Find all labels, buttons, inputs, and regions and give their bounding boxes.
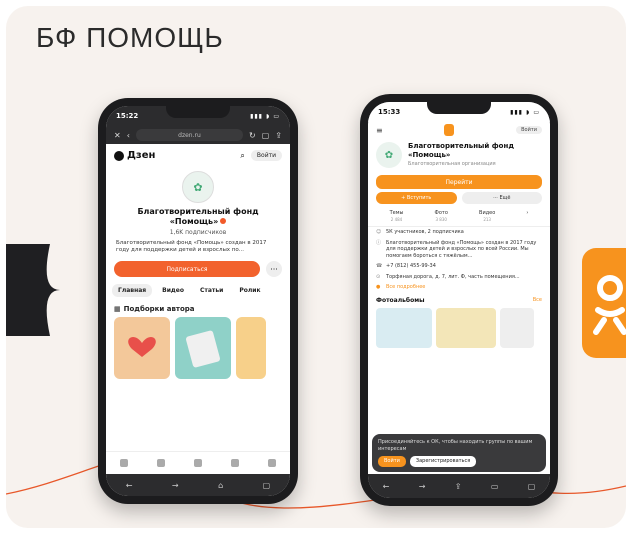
chevron-right-icon[interactable]: › bbox=[526, 210, 528, 222]
more-link[interactable]: ● Все подробнее bbox=[368, 282, 550, 293]
back-arrow-icon[interactable]: ← bbox=[383, 482, 390, 491]
phone-ok: 15:33 ▮▮▮ ◗ ▭ ≡ Войти ✿ Благотворительны… bbox=[360, 94, 558, 506]
members-row: ☺ 5К участников, 2 подписчика bbox=[376, 229, 464, 235]
tabs-count-icon[interactable]: ▢ bbox=[263, 481, 271, 490]
channel-name: Благотворительный фонд «Помощь» bbox=[137, 207, 259, 226]
tab-main[interactable]: Главная bbox=[112, 284, 153, 297]
signal-battery-icon: ▮▮▮ ◗ ▭ bbox=[250, 112, 280, 120]
photo-albums bbox=[368, 307, 550, 348]
channel-tabs: Главная Видео Статьи Ролик bbox=[106, 280, 290, 301]
browser-bar: ✕ ‹ dzen.ru ↻ ▢ ⇪ bbox=[106, 126, 290, 144]
tab-video[interactable]: Видео bbox=[156, 284, 190, 297]
home-icon[interactable]: ⌂ bbox=[218, 481, 223, 490]
channel-description: Благотворительный фонд «Помощь» создан в… bbox=[116, 240, 267, 253]
join-prompt: Присоединяйтесь к ОК, чтобы находить гру… bbox=[372, 434, 546, 472]
more-dot-icon: ● bbox=[376, 284, 381, 290]
signal-battery-icon: ▮▮▮ ◗ ▭ bbox=[510, 108, 540, 116]
album-photo[interactable] bbox=[376, 307, 432, 348]
join-button[interactable]: + Вступить bbox=[376, 192, 457, 204]
reload-icon[interactable]: ↻ bbox=[249, 131, 256, 140]
prompt-login-button[interactable]: Войти bbox=[378, 456, 406, 467]
slide-card: БФ ПОМОЩЬ 15:22 ▮▮▮ ◗ ▭ ✕ ‹ dzen.ru ↻ ▢ … bbox=[6, 6, 626, 528]
group-name: Благотворительный фонд «Помощь» bbox=[408, 142, 514, 159]
tabs-icon[interactable]: ▢ bbox=[262, 131, 270, 140]
tab-articles[interactable]: Статьи bbox=[194, 284, 229, 297]
back-arrow-icon[interactable]: ← bbox=[126, 481, 133, 490]
album-photo[interactable] bbox=[500, 307, 534, 348]
group-type: Благотворительная организация bbox=[408, 161, 496, 167]
prompt-register-button[interactable]: Зарегистрироваться bbox=[409, 456, 477, 467]
dzen-screen: 15:22 ▮▮▮ ◗ ▭ ✕ ‹ dzen.ru ↻ ▢ ⇪ Дзен ⌕ В… bbox=[106, 106, 290, 496]
subscriber-count: 1,6K подписчиков bbox=[169, 229, 227, 236]
thumb-notebook[interactable] bbox=[175, 317, 231, 379]
phone-dzen: 15:22 ▮▮▮ ◗ ▭ ✕ ‹ dzen.ru ↻ ▢ ⇪ Дзен ⌕ В… bbox=[98, 98, 298, 504]
dzen-logo-text: Дзен bbox=[127, 150, 156, 161]
phone-icon: ☎ bbox=[376, 263, 383, 269]
share-icon[interactable]: ⇪ bbox=[275, 131, 282, 140]
address-row: ⊙ Торфяная дорога, д. 7, лит. Ф, часть по… bbox=[376, 273, 520, 280]
people-icon: ☺ bbox=[376, 229, 382, 235]
nav-articles[interactable] bbox=[157, 458, 166, 468]
forward-arrow-icon[interactable]: → bbox=[419, 482, 426, 491]
about-row: ⓘ Благотворительный фонд «Помощь» создан … bbox=[376, 239, 537, 259]
photos-all-link[interactable]: Все bbox=[533, 297, 542, 304]
dzen-logo[interactable]: Дзен bbox=[114, 150, 155, 161]
collection-thumbs bbox=[106, 317, 290, 379]
bookmarks-icon[interactable]: ▭ bbox=[491, 482, 499, 491]
search-icon[interactable]: ⌕ bbox=[240, 151, 244, 161]
channel-avatar: ✿ bbox=[182, 171, 214, 203]
ok-header: ≡ Войти bbox=[368, 122, 550, 138]
forward-arrow-icon[interactable]: → bbox=[172, 481, 179, 490]
verified-icon bbox=[220, 218, 227, 224]
dzen-bottom-nav bbox=[106, 451, 290, 474]
menu-icon[interactable]: ≡ bbox=[376, 126, 383, 135]
dzen-header: Дзен ⌕ Войти bbox=[106, 144, 290, 165]
subscribe-button[interactable]: Подписаться bbox=[114, 261, 260, 277]
tabs-count-icon[interactable]: ▢ bbox=[528, 482, 536, 491]
location-icon: ⊙ bbox=[376, 273, 381, 280]
go-button[interactable]: Перейти bbox=[376, 175, 542, 189]
status-time: 15:33 bbox=[378, 108, 401, 116]
thumb-partial[interactable] bbox=[236, 317, 266, 379]
more-button[interactable]: ··· Ещё bbox=[461, 192, 542, 204]
ok-screen: 15:33 ▮▮▮ ◗ ▭ ≡ Войти ✿ Благотворительны… bbox=[368, 102, 550, 498]
nav-home[interactable] bbox=[120, 458, 129, 468]
nav-profile[interactable] bbox=[267, 458, 276, 468]
url-field[interactable]: dzen.ru bbox=[135, 129, 244, 141]
album-photo[interactable] bbox=[436, 307, 496, 348]
ok-logo-icon[interactable] bbox=[444, 124, 455, 136]
photos-header: Фотоальбомы Все bbox=[376, 296, 542, 304]
thumb-heart[interactable] bbox=[114, 317, 170, 379]
signin-button[interactable]: Войти bbox=[250, 150, 282, 161]
stat-topics[interactable]: Темы 2 484 bbox=[390, 210, 404, 222]
collection-icon: ▦ bbox=[114, 305, 121, 313]
group-header: ✿ Благотворительный фонд «Помощь» Благот… bbox=[368, 138, 550, 172]
phone-row[interactable]: ☎ +7 (812) 455-99-34 bbox=[368, 261, 550, 272]
info-icon: ⓘ bbox=[376, 239, 382, 246]
browser-bottom-bar: ← → ⌂ ▢ bbox=[106, 474, 290, 496]
group-avatar: ✿ bbox=[376, 142, 402, 168]
back-icon[interactable]: ‹ bbox=[127, 131, 130, 140]
status-time: 15:22 bbox=[116, 112, 139, 120]
nav-subs[interactable] bbox=[230, 458, 239, 468]
nav-video[interactable] bbox=[193, 458, 202, 468]
login-button[interactable]: Войти bbox=[516, 126, 542, 134]
stat-videos[interactable]: Видео 213 bbox=[479, 210, 495, 222]
close-icon[interactable]: ✕ bbox=[114, 131, 121, 140]
group-stats: Темы 2 484 Фото 3 830 Видео 213 › bbox=[368, 206, 550, 227]
dzen-logo-icon bbox=[114, 150, 124, 161]
share-icon[interactable]: ⇪ bbox=[455, 482, 462, 491]
section-title: ▦ Подборки автора bbox=[114, 305, 195, 313]
more-icon[interactable]: ··· bbox=[266, 261, 282, 277]
tab-clips[interactable]: Ролик bbox=[233, 284, 266, 297]
stat-photos[interactable]: Фото 3 830 bbox=[435, 210, 448, 222]
join-prompt-text: Присоединяйтесь к ОК, чтобы находить гру… bbox=[378, 439, 533, 452]
browser-bottom-bar: ← → ⇪ ▭ ▢ bbox=[368, 474, 550, 498]
